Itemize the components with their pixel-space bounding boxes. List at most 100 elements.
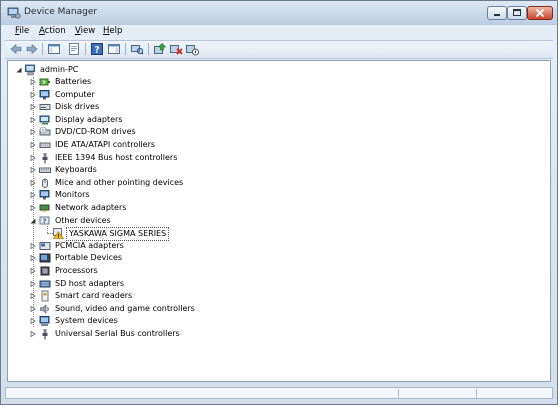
- expand-triangle-icon[interactable]: [30, 318, 36, 325]
- monitor-icon: [39, 190, 50, 200]
- minimize-icon: [494, 14, 500, 16]
- tree-item-display-adapters[interactable]: Display adapters: [30, 114, 230, 126]
- tree-item-processors[interactable]: Processors: [30, 265, 230, 277]
- device-manager-window: Device Manager File Action View Help ? a…: [0, 0, 558, 405]
- help-icon[interactable]: ?: [90, 42, 104, 56]
- expand-triangle-icon[interactable]: [30, 293, 36, 300]
- menu-help-rest: elp: [109, 26, 123, 36]
- menu-view[interactable]: View: [75, 26, 95, 36]
- tree-item-sound-video-game-controllers[interactable]: Sound, video and game controllers: [30, 303, 270, 315]
- toolbar-separator: [42, 43, 43, 55]
- expand-triangle-icon[interactable]: [30, 255, 36, 262]
- expand-triangle-icon[interactable]: [30, 280, 36, 287]
- expand-triangle-icon[interactable]: [30, 192, 36, 199]
- show-action-pane-icon[interactable]: [107, 42, 121, 56]
- title-bar[interactable]: Device Manager: [1, 1, 557, 25]
- usb-icon: [42, 329, 48, 340]
- tree-item-batteries[interactable]: Batteries: [30, 76, 230, 88]
- expand-triangle-icon[interactable]: [30, 104, 36, 111]
- unknown-device-icon: ?: [39, 216, 50, 225]
- menu-file[interactable]: File: [15, 26, 29, 36]
- tree-item-smart-card-readers[interactable]: Smart card readers: [30, 290, 230, 302]
- tree-root-label: admin-PC: [40, 65, 79, 74]
- firewire-icon: [42, 152, 48, 164]
- tree-item-computer[interactable]: Computer: [30, 89, 230, 101]
- show-hide-console-tree-icon[interactable]: [47, 42, 61, 56]
- expand-triangle-icon[interactable]: [30, 205, 36, 211]
- network-adapter-icon: [39, 204, 50, 212]
- tree-item-network-adapters[interactable]: Network adapters: [30, 202, 230, 214]
- tree-item-ieee-1394-bus-host-controllers[interactable]: IEEE 1394 Bus host controllers: [30, 152, 250, 164]
- portable-device-icon: [39, 253, 51, 263]
- tree-item-ide-ata-atapi-controllers[interactable]: IDE ATA/ATAPI controllers: [30, 139, 230, 151]
- status-separator: [476, 389, 477, 398]
- tree-item-label: Disk drives: [55, 102, 100, 112]
- svg-text:?: ?: [43, 217, 47, 225]
- tree-item-pcmcia-adapters[interactable]: PCMCIA adapters: [30, 240, 230, 252]
- tree-item-label: Smart card readers: [55, 291, 133, 301]
- tree-item-sd-host-adapters[interactable]: SD host adapters: [30, 278, 230, 290]
- scan-hardware-icon[interactable]: [130, 42, 144, 56]
- smart-card-icon: [41, 290, 49, 302]
- expand-triangle-icon[interactable]: [30, 179, 36, 186]
- expand-triangle-icon[interactable]: [30, 79, 36, 85]
- tree-item-dvd-cdrom-drives[interactable]: DVD/CD-ROM drives: [30, 126, 230, 138]
- tree-item-label: Batteries: [55, 77, 92, 86]
- toolbar: ?: [5, 40, 553, 59]
- tree-item-label: Keyboards: [55, 165, 97, 175]
- keyboard-icon: [39, 167, 51, 174]
- menu-file-rest: ile: [19, 26, 30, 36]
- collapse-triangle-icon[interactable]: [30, 218, 36, 224]
- tree-item-usb-controllers[interactable]: Universal Serial Bus controllers: [30, 328, 270, 340]
- maximize-icon: [513, 9, 521, 16]
- disable-device-icon[interactable]: [185, 42, 199, 56]
- expand-triangle-icon[interactable]: [30, 154, 36, 161]
- dvd-drive-icon: [39, 127, 51, 136]
- expand-triangle-icon[interactable]: [30, 91, 36, 98]
- expand-triangle-icon[interactable]: [30, 167, 36, 174]
- update-driver-icon[interactable]: [153, 42, 167, 56]
- tree-item-label: Network adapters: [55, 203, 127, 212]
- properties-sheet-icon[interactable]: [67, 42, 81, 56]
- menu-help[interactable]: Help: [103, 26, 122, 36]
- tree-item-disk-drives[interactable]: Disk drives: [30, 101, 230, 113]
- expand-triangle-icon[interactable]: [30, 305, 36, 312]
- expand-triangle-icon[interactable]: [30, 331, 36, 337]
- minimize-button[interactable]: [487, 6, 507, 20]
- back-arrow-icon[interactable]: [9, 42, 23, 56]
- expand-triangle-icon[interactable]: [30, 268, 36, 274]
- tree-item-yaskawa-sigma-series[interactable]: YASKAWA SIGMA SERIES: [52, 227, 182, 242]
- uninstall-device-icon[interactable]: [169, 42, 183, 56]
- tree-item-label: Mice and other pointing devices: [55, 177, 184, 187]
- svg-text:?: ?: [94, 46, 99, 56]
- forward-arrow-icon[interactable]: [25, 42, 39, 56]
- sound-icon: [40, 304, 49, 314]
- toolbar-separator: [85, 43, 86, 55]
- collapse-triangle-icon[interactable]: [16, 67, 22, 73]
- tree-item-monitors[interactable]: Monitors: [30, 189, 230, 201]
- expand-triangle-icon[interactable]: [30, 142, 36, 148]
- tree-item-other-devices[interactable]: ? Other devices: [30, 215, 230, 227]
- tree-item-keyboards[interactable]: Keyboards: [30, 164, 230, 176]
- maximize-button[interactable]: [507, 6, 527, 20]
- battery-icon: [39, 78, 50, 86]
- tree-item-mice-and-other-pointing-devices[interactable]: Mice and other pointing devices: [30, 177, 250, 189]
- expand-triangle-icon[interactable]: [30, 129, 36, 136]
- status-bar: [5, 387, 553, 399]
- menu-action[interactable]: Action: [39, 26, 66, 36]
- device-tree[interactable]: admin-PC Batteries Computer Disk drives …: [7, 60, 551, 382]
- expand-triangle-icon[interactable]: [30, 242, 36, 249]
- tree-item-system-devices[interactable]: System devices: [30, 315, 230, 327]
- monitor-icon: [39, 89, 50, 100]
- pcmcia-icon: [39, 241, 51, 250]
- close-button[interactable]: [527, 6, 553, 20]
- tree-root-admin-pc[interactable]: admin-PC: [16, 64, 176, 76]
- tree-item-label: Portable Devices: [55, 253, 123, 263]
- toolbar-separator: [148, 43, 149, 55]
- tree-item-label: PCMCIA adapters: [55, 240, 124, 250]
- tree-item-label: Sound, video and game controllers: [55, 303, 195, 313]
- expand-triangle-icon[interactable]: [30, 116, 36, 123]
- tree-item-portable-devices[interactable]: Portable Devices: [30, 252, 230, 264]
- tree-item-label: Processors: [55, 266, 98, 275]
- menu-action-rest: ction: [44, 26, 66, 36]
